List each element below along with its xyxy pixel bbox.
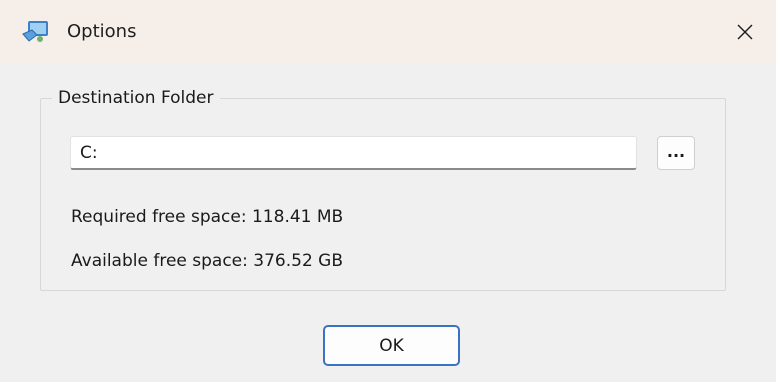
destination-path-input[interactable] xyxy=(70,136,637,170)
browse-button[interactable]: ... xyxy=(657,136,695,170)
destination-folder-label: Destination Folder xyxy=(52,88,220,108)
close-icon xyxy=(737,24,753,40)
ok-button[interactable]: OK xyxy=(323,325,460,366)
close-button[interactable] xyxy=(724,12,766,52)
setup-app-icon xyxy=(22,19,50,43)
window-title: Options xyxy=(67,21,137,42)
available-space-text: Available free space: 376.52 GB xyxy=(71,251,343,271)
required-space-text: Required free space: 118.41 MB xyxy=(71,207,344,227)
title-bar: Options xyxy=(0,0,776,64)
